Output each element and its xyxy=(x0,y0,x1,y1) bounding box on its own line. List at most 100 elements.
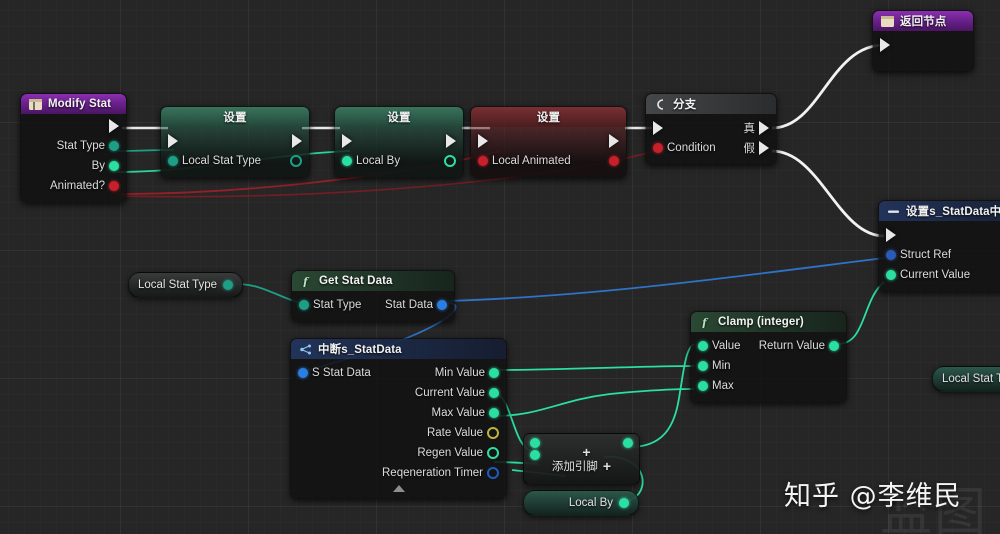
function-entry-icon xyxy=(29,98,42,110)
node-modify-stat[interactable]: Modify Stat Stat Type By Animated? xyxy=(20,93,127,203)
node-set-local-animated[interactable]: 设置 Local Animated xyxy=(470,106,627,178)
exec-in-pin[interactable] xyxy=(168,134,178,148)
node-set-struct-members[interactable]: 设置s_StatData中的 Struct Ref St Current Val… xyxy=(878,200,1000,292)
node-clamp-integer[interactable]: f Clamp (integer) Value Return Value Min… xyxy=(690,311,847,403)
false-out[interactable]: 假 xyxy=(740,140,769,156)
pin-row-stat-type[interactable]: Stat Type Stat Data xyxy=(292,295,454,315)
s-stat-data-in-pin[interactable] xyxy=(298,368,308,378)
current-value-out[interactable]: Current Value xyxy=(411,387,499,399)
node-add-math[interactable]: + 添加引脚 + xyxy=(523,433,640,485)
node-branch[interactable]: 分支 真 Condition 假 xyxy=(645,93,777,165)
condition-in-pin[interactable] xyxy=(653,143,663,153)
var-out-pin[interactable] xyxy=(619,498,629,508)
pin-row-regen-value[interactable]: Regen Value xyxy=(291,443,506,463)
pin-row-exec-true[interactable]: 真 xyxy=(646,118,776,138)
exec-out-false-pin[interactable] xyxy=(759,141,769,155)
regeneration-timer-out-pin[interactable] xyxy=(487,467,499,479)
min-value-out-pin[interactable] xyxy=(489,368,499,378)
pin-row-local-by[interactable]: Local By xyxy=(335,151,463,171)
pin-row-min[interactable]: Min xyxy=(691,356,846,376)
pin-row-struct-ref[interactable]: Struct Ref St xyxy=(879,245,1000,265)
add-pin-row[interactable]: 添加引脚 + xyxy=(524,458,639,474)
max-value-out[interactable]: Max Value xyxy=(428,407,499,419)
current-value-in-pin[interactable] xyxy=(886,270,896,280)
exec-out-true-pin[interactable] xyxy=(759,121,769,135)
exec-in-pin[interactable] xyxy=(653,121,663,135)
local-stat-type-out-pin[interactable] xyxy=(290,155,302,167)
pin-label: S Stat Data xyxy=(312,367,371,379)
pin-row-max-value[interactable]: Max Value xyxy=(291,403,506,423)
blueprint-graph-canvas[interactable]: Modify Stat Stat Type By Animated? 设置 Lo… xyxy=(0,0,1000,534)
pin-row-s-stat-data[interactable]: S Stat Data Min Value xyxy=(291,363,506,383)
node-return[interactable]: 返回节点 xyxy=(872,10,974,72)
exec-in-pin[interactable] xyxy=(478,134,488,148)
rate-value-out[interactable]: Rate Value xyxy=(423,427,499,439)
pin-label: Return Value xyxy=(758,340,825,352)
exec-out-pin[interactable] xyxy=(109,119,119,133)
stat-data-out[interactable]: Stat Data xyxy=(381,299,447,311)
exec-out-pin[interactable] xyxy=(609,134,619,148)
true-out[interactable]: 真 xyxy=(740,120,769,136)
regen-value-out[interactable]: Regen Value xyxy=(413,447,499,459)
add-input-a-pin[interactable] xyxy=(530,438,540,448)
min-in-pin[interactable] xyxy=(698,361,708,371)
max-in-pin[interactable] xyxy=(698,381,708,391)
node-set-local-by[interactable]: 设置 Local By xyxy=(334,106,464,178)
current-value-out-pin[interactable] xyxy=(489,388,499,398)
pin-row-exec[interactable] xyxy=(471,131,626,151)
stat-type-in-pin[interactable] xyxy=(299,300,309,310)
local-stat-type-in-pin[interactable] xyxy=(168,156,178,166)
local-by-out-pin[interactable] xyxy=(444,155,456,167)
add-input-b-pin[interactable] xyxy=(530,450,540,460)
pin-label: Current Value xyxy=(414,387,485,399)
return-value-out-pin[interactable] xyxy=(829,341,839,351)
stat-type-out-pin[interactable] xyxy=(109,141,119,151)
add-output-pin[interactable] xyxy=(623,438,633,448)
pin-row-local-stat-type[interactable]: Local Stat Type xyxy=(161,151,309,171)
pin-row-max[interactable]: Max xyxy=(691,376,846,396)
pin-row-animated[interactable]: Animated? xyxy=(21,176,126,196)
stat-data-out-pin[interactable] xyxy=(437,300,447,310)
regeneration-timer-out[interactable]: Reqeneration Timer xyxy=(378,467,499,479)
exec-in-pin[interactable] xyxy=(886,228,896,242)
node-set-local-stat-type[interactable]: 设置 Local Stat Type xyxy=(160,106,310,178)
pin-row-current-value[interactable]: Current Value xyxy=(879,265,1000,285)
add-pin-icon[interactable]: + xyxy=(603,459,611,473)
var-local-stat-t[interactable]: Local Stat T xyxy=(932,366,1000,392)
by-out-pin[interactable] xyxy=(109,161,119,171)
pin-row-regeneration-timer[interactable]: Reqeneration Timer xyxy=(291,463,506,483)
animated-out-pin[interactable] xyxy=(109,181,119,191)
pin-row-current-value[interactable]: Current Value xyxy=(291,383,506,403)
pin-row-condition-false[interactable]: Condition 假 xyxy=(646,138,776,158)
var-out-pin[interactable] xyxy=(223,280,234,290)
value-in-pin[interactable] xyxy=(698,341,708,351)
pin-row-exec[interactable] xyxy=(879,225,1000,245)
pin-row-value[interactable]: Value Return Value xyxy=(691,336,846,356)
pin-row-rate-value[interactable]: Rate Value xyxy=(291,423,506,443)
var-local-by[interactable]: Local By xyxy=(523,490,639,516)
return-value-out[interactable]: Return Value xyxy=(755,340,839,352)
exec-out-pin[interactable] xyxy=(446,134,456,148)
var-local-stat-type[interactable]: Local Stat Type xyxy=(128,272,244,298)
exec-in-pin[interactable] xyxy=(880,38,890,52)
rate-value-out-pin[interactable] xyxy=(487,427,499,439)
local-animated-in-pin[interactable] xyxy=(478,156,488,166)
pin-row-stat-type[interactable]: Stat Type xyxy=(21,136,126,156)
exec-in-pin[interactable] xyxy=(342,134,352,148)
max-value-out-pin[interactable] xyxy=(489,408,499,418)
node-break-stat-data[interactable]: 中断s_StatData S Stat Data Min Value Curre… xyxy=(290,338,507,499)
node-get-stat-data[interactable]: f Get Stat Data Stat Type Stat Data xyxy=(291,270,455,322)
pin-row-by[interactable]: By xyxy=(21,156,126,176)
local-animated-out-pin[interactable] xyxy=(609,156,619,166)
pin-row-exec[interactable] xyxy=(335,131,463,151)
pin-row-exec-out[interactable] xyxy=(21,116,126,136)
pin-row-local-animated[interactable]: Local Animated xyxy=(471,151,626,171)
pin-row-exec[interactable] xyxy=(161,131,309,151)
local-by-in-pin[interactable] xyxy=(342,156,352,166)
exec-out-pin[interactable] xyxy=(292,134,302,148)
min-value-out[interactable]: Min Value xyxy=(431,367,499,379)
collapse-toggle-icon[interactable] xyxy=(392,485,405,492)
regen-value-out-pin[interactable] xyxy=(487,447,499,459)
struct-ref-in-pin[interactable] xyxy=(886,250,896,260)
pin-row-exec[interactable] xyxy=(873,35,973,55)
